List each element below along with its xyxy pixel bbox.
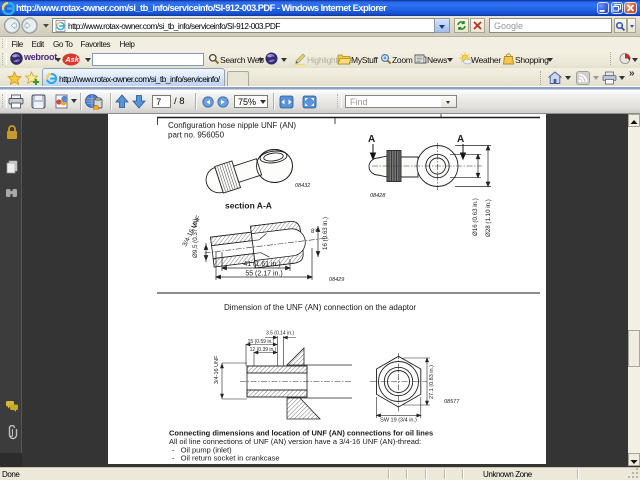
svg-text:section A-A: section A-A bbox=[225, 201, 272, 211]
svg-text:08428: 08428 bbox=[370, 193, 386, 199]
svg-text:8°: 8° bbox=[311, 229, 317, 235]
svg-text:Ø28 (1.10 in.): Ø28 (1.10 in.) bbox=[485, 199, 492, 237]
svg-text:08432: 08432 bbox=[295, 183, 310, 189]
svg-text:08429: 08429 bbox=[329, 277, 344, 283]
svg-text:41 (1.61 in.): 41 (1.61 in.) bbox=[243, 261, 280, 268]
svg-text:Configuration hose nipple UNF: Configuration hose nipple UNF (AN) bbox=[168, 121, 296, 130]
svg-text:3/4-16 UNF: 3/4-16 UNF bbox=[214, 355, 220, 384]
svg-text:part no. 956050: part no. 956050 bbox=[168, 131, 225, 140]
svg-text:55 (2.17 in.): 55 (2.17 in.) bbox=[245, 271, 282, 278]
svg-text:A: A bbox=[368, 134, 375, 145]
svg-text:Dimension of the UNF (AN) conn: Dimension of the UNF (AN) connection on … bbox=[224, 303, 416, 312]
svg-text:27.1 (0.83 in.): 27.1 (0.83 in.) bbox=[429, 365, 435, 399]
svg-text:08577: 08577 bbox=[444, 399, 460, 405]
svg-text:A: A bbox=[457, 134, 464, 145]
svg-text:Ask: Ask bbox=[64, 55, 80, 64]
svg-text:16 (0.63 in.): 16 (0.63 in.) bbox=[322, 217, 329, 250]
svg-text:- Oil return socket in crank: - Oil return socket in crankcase bbox=[172, 454, 280, 463]
svg-text:Ø16 (0.63 in.): Ø16 (0.63 in.) bbox=[472, 198, 479, 236]
svg-text:3.5 (0.14 in.): 3.5 (0.14 in.) bbox=[266, 331, 294, 337]
svg-text:12 (0.39 in.): 12 (0.39 in.) bbox=[250, 347, 277, 353]
svg-text:15 (0.59 in.): 15 (0.59 in.) bbox=[248, 339, 275, 345]
svg-text:SW 19 (3/4 in.): SW 19 (3/4 in.) bbox=[380, 418, 417, 424]
